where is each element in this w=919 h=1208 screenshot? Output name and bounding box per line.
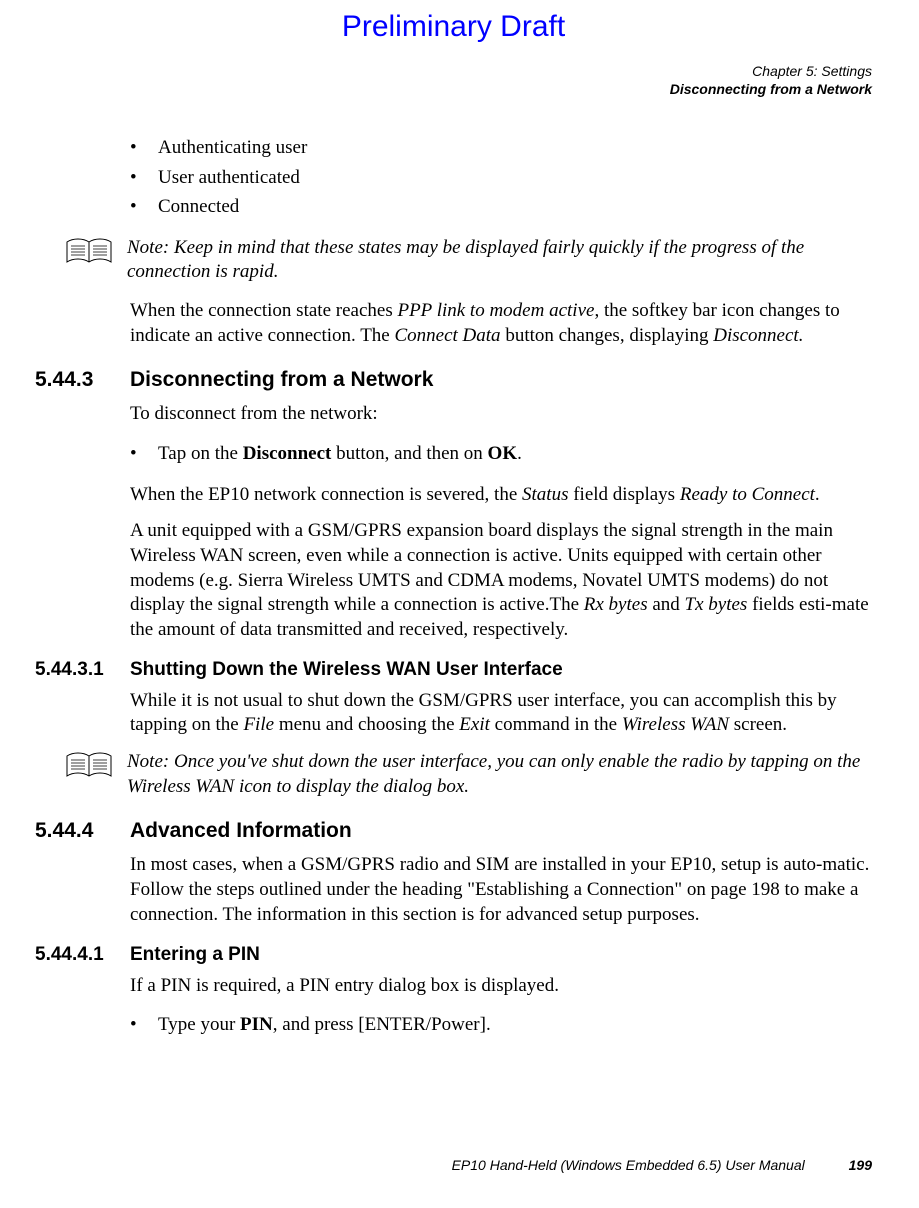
text: and [648,594,685,615]
note-block: Note: Once you've shut down the user int… [65,750,872,799]
subsection-heading-5-44-3-1: 5.44.3.1 Shutting Down the Wireless WAN … [35,659,872,681]
italic-text: Status [522,484,568,505]
section-title: Disconnecting from a Network [130,368,433,392]
italic-text: Tx bytes [685,594,748,615]
page-number: 199 [849,1157,872,1173]
paragraph-block: When the connection state reaches PPP li… [130,299,872,348]
note-label: Note: [127,751,169,772]
page-footer: EP10 Hand-Held (Windows Embedded 6.5) Us… [452,1157,872,1173]
subsection-title: Shutting Down the Wireless WAN User Inte… [130,659,563,681]
list-item: Type your PIN, and press [ENTER/Power]. [130,1010,872,1039]
list-item: Tap on the Disconnect button, and then o… [130,439,872,468]
paragraph: When the EP10 network connection is seve… [130,483,872,508]
note-block: Note: Keep in mind that these states may… [65,236,872,285]
text: Tap on the [158,443,243,464]
italic-text: PPP link to modem active [397,300,594,321]
text: screen. [729,714,787,735]
pin-bullet-list: Type your PIN, and press [ENTER/Power]. [130,1010,872,1039]
paragraph: A unit equipped with a GSM/GPRS expansio… [130,519,872,642]
text: When the EP10 network connection is seve… [130,484,522,505]
italic-text: Exit [459,714,490,735]
section-body: To disconnect from the network: [130,402,872,427]
list-item: User authenticated [130,163,872,192]
section-body: When the EP10 network connection is seve… [130,483,872,643]
text: . [815,484,820,505]
text: Type your [158,1014,240,1035]
paragraph: If a PIN is required, a PIN entry dialog… [130,974,872,999]
section-title: Advanced Information [130,819,352,843]
section-number: 5.44.3 [35,368,130,392]
subsection-body: While it is not usual to shut down the G… [130,689,872,738]
text: button changes, displaying [501,325,714,346]
preliminary-draft-header: Preliminary Draft [35,10,872,44]
subsection-number: 5.44.4.1 [35,944,130,966]
book-icon [65,752,113,782]
paragraph: In most cases, when a GSM/GPRS radio and… [130,853,872,927]
paragraph: When the connection state reaches PPP li… [130,299,872,348]
section-heading-5-44-3: 5.44.3 Disconnecting from a Network [35,368,872,392]
book-icon [65,238,113,268]
bold-text: PIN [240,1014,273,1035]
list-item: Authenticating user [130,133,872,162]
text: field displays [568,484,679,505]
section-body: In most cases, when a GSM/GPRS radio and… [130,853,872,927]
status-bullet-list: Authenticating user User authenticated C… [130,133,872,221]
subsection-body: If a PIN is required, a PIN entry dialog… [130,974,872,999]
note-body: Keep in mind that these states may be di… [127,237,804,283]
subsection-number: 5.44.3.1 [35,659,130,681]
note-text: Note: Keep in mind that these states may… [127,236,872,285]
paragraph: To disconnect from the network: [130,402,872,427]
paragraph: While it is not usual to shut down the G… [130,689,872,738]
section-number: 5.44.4 [35,819,130,843]
subsection-title: Entering a PIN [130,944,260,966]
text: , and press [ENTER/Power]. [273,1014,491,1035]
page: Preliminary Draft Chapter 5: Settings Di… [0,0,919,1208]
note-label: Note: [127,237,169,258]
text: command in the [490,714,622,735]
chapter-header: Chapter 5: Settings Disconnecting from a… [35,62,872,98]
bold-text: Disconnect [243,443,332,464]
italic-text: Wireless WAN [622,714,729,735]
italic-text: File [243,714,274,735]
text: When the connection state reaches [130,300,397,321]
text: menu and choosing the [274,714,459,735]
chapter-title: Chapter 5: Settings [752,63,872,79]
note-body: Once you've shut down the user interface… [127,751,860,797]
italic-text: Rx bytes [584,594,648,615]
italic-text: Connect Data [394,325,500,346]
text: . [517,443,522,464]
manual-title: EP10 Hand-Held (Windows Embedded 6.5) Us… [452,1157,805,1173]
subsection-heading-5-44-4-1: 5.44.4.1 Entering a PIN [35,944,872,966]
section-heading-5-44-4: 5.44.4 Advanced Information [35,819,872,843]
italic-text: Disconnect. [713,325,803,346]
disconnect-bullet-list: Tap on the Disconnect button, and then o… [130,439,872,468]
chapter-section: Disconnecting from a Network [670,81,872,97]
list-item: Connected [130,192,872,221]
bold-text: OK [488,443,518,464]
note-text: Note: Once you've shut down the user int… [127,750,872,799]
italic-text: Ready to Connect [680,484,815,505]
text: button, and then on [331,443,487,464]
content: Authenticating user User authenticated C… [35,133,872,1039]
